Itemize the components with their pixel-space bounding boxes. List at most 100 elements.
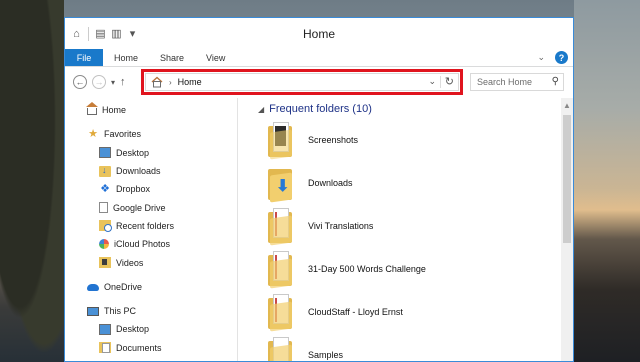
forward-button[interactable]: → xyxy=(92,75,106,89)
file-explorer-window: ⌂ ▤ ▥ ▾ Home File Home Share View ⌄ ? ← … xyxy=(64,17,574,362)
new-folder-icon[interactable]: ▥ xyxy=(110,27,123,40)
history-buttons: ← → ▾ ↑ xyxy=(73,75,126,89)
scrollbar-thumb[interactable] xyxy=(563,115,571,243)
folder-icon xyxy=(268,251,294,289)
sidebar-item-label: Downloads xyxy=(116,166,161,177)
sidebar-item-videos[interactable]: Videos xyxy=(65,253,237,271)
folder-item-downloads[interactable]: ⬇ Downloads xyxy=(268,163,353,203)
ribbon-tabs: File Home Share View ⌄ ? xyxy=(65,49,573,67)
group-title: Frequent folders (10) xyxy=(269,103,372,115)
folder-item-vivi-translations[interactable]: Vivi Translations xyxy=(268,206,373,246)
videos-folder-icon xyxy=(99,257,111,269)
icloud-photos-icon xyxy=(99,239,109,250)
recent-locations-icon[interactable]: ▾ xyxy=(111,78,115,87)
desktop-wallpaper-right xyxy=(574,0,640,362)
help-icon[interactable]: ? xyxy=(555,51,568,64)
search-icon[interactable]: ⚲ xyxy=(552,76,559,87)
properties-icon[interactable]: ▤ xyxy=(94,27,107,40)
expand-ribbon-icon[interactable]: ⌄ xyxy=(537,52,545,63)
folder-icon xyxy=(268,294,294,332)
scroll-up-icon[interactable]: ▲ xyxy=(561,98,573,112)
sidebar-item-dropbox[interactable]: ❖ Dropbox xyxy=(65,180,237,198)
explorer-body: Home ★ Favorites Desktop Downloads ❖ Dro… xyxy=(65,98,573,361)
recent-folders-icon xyxy=(99,220,112,233)
sidebar-item-desktop[interactable]: Desktop xyxy=(65,144,237,162)
sidebar-item-label: Desktop xyxy=(116,324,150,335)
computer-icon xyxy=(87,306,99,316)
title-bar: ⌂ ▤ ▥ ▾ Home xyxy=(65,18,573,49)
sidebar-item-label: Google Drive xyxy=(113,202,166,213)
navigation-bar: ← → ▾ ↑ › Home ⌄ ↻ Search Home ⚲ xyxy=(65,67,573,97)
sidebar-item-this-pc[interactable]: This PC xyxy=(65,302,237,320)
sidebar-item-recent-folders[interactable]: Recent folders xyxy=(65,217,237,235)
sidebar-item-label: Documents xyxy=(116,342,162,353)
downloads-folder-icon xyxy=(99,165,111,177)
sidebar-item-icloud-photos[interactable]: iCloud Photos xyxy=(65,235,237,253)
sidebar-item-label: iCloud Photos xyxy=(114,239,171,250)
window-title: Home xyxy=(302,27,335,41)
folder-label: Screenshots xyxy=(308,135,359,145)
search-input[interactable]: Search Home xyxy=(477,77,532,87)
sidebar-item-home[interactable]: Home xyxy=(65,101,237,119)
sidebar-item-onedrive[interactable]: OneDrive xyxy=(65,278,237,296)
navigation-pane: Home ★ Favorites Desktop Downloads ❖ Dro… xyxy=(65,98,238,361)
screenshots-folder-icon xyxy=(268,122,294,160)
sidebar-item-label: Favorites xyxy=(104,129,142,140)
sidebar-item-label: Home xyxy=(102,105,127,116)
breadcrumb-separator-icon[interactable]: › xyxy=(169,78,172,87)
sidebar-item-favorites[interactable]: ★ Favorites xyxy=(65,125,237,143)
tab-view[interactable]: View xyxy=(195,49,236,66)
frequent-folders-header[interactable]: ◢ Frequent folders (10) xyxy=(258,103,372,115)
sidebar-item-label: Recent folders xyxy=(116,220,175,231)
quick-access-toolbar: ⌂ ▤ ▥ ▾ xyxy=(70,26,139,41)
refresh-icon[interactable]: ↻ xyxy=(445,75,454,88)
desktop-icon xyxy=(99,147,111,159)
ribbon-controls: ⌄ ? xyxy=(537,51,568,64)
sidebar-item-pc-desktop[interactable]: Desktop xyxy=(65,320,237,338)
sidebar-item-label: OneDrive xyxy=(104,281,143,292)
customize-toolbar-icon[interactable]: ▾ xyxy=(126,27,139,40)
content-pane: ◢ Frequent folders (10) Screenshots ⬇ Do… xyxy=(238,98,573,361)
sidebar-item-label: Videos xyxy=(116,257,144,268)
sidebar-item-downloads[interactable]: Downloads xyxy=(65,162,237,180)
tab-file[interactable]: File xyxy=(65,49,103,66)
folder-item-screenshots[interactable]: Screenshots xyxy=(268,120,358,160)
desktop-wallpaper-left xyxy=(0,0,64,362)
search-box[interactable]: Search Home ⚲ xyxy=(470,73,564,91)
google-drive-icon xyxy=(99,202,108,214)
address-bar[interactable]: › Home ⌄ ↻ xyxy=(145,73,459,91)
documents-folder-icon xyxy=(99,342,111,354)
up-button[interactable]: ↑ xyxy=(120,76,126,88)
home-icon xyxy=(86,102,98,116)
address-dropdown-icon[interactable]: ⌄ xyxy=(428,76,436,87)
sidebar-item-google-drive[interactable]: Google Drive xyxy=(65,198,237,216)
folder-label: CloudStaff - Lloyd Ernst xyxy=(308,307,403,317)
folder-label: Samples xyxy=(308,350,344,360)
folder-icon xyxy=(268,337,294,361)
folder-label: 31-Day 500 Words Challenge xyxy=(308,264,426,274)
folder-item-samples[interactable]: Samples xyxy=(268,335,344,361)
explorer-home-icon[interactable]: ⌂ xyxy=(70,27,83,40)
folder-item-31-day-challenge[interactable]: 31-Day 500 Words Challenge xyxy=(268,249,426,289)
toolbar-separator xyxy=(88,26,89,41)
star-icon: ★ xyxy=(88,127,98,140)
folder-item-cloudstaff[interactable]: CloudStaff - Lloyd Ernst xyxy=(268,292,403,332)
tab-home[interactable]: Home xyxy=(103,49,149,66)
vertical-scrollbar[interactable]: ▲ xyxy=(561,98,573,361)
home-icon xyxy=(151,76,163,88)
sidebar-item-documents[interactable]: Documents xyxy=(65,339,237,357)
sidebar-item-label: This PC xyxy=(104,306,137,317)
sidebar-item-label: Dropbox xyxy=(116,184,151,195)
tab-share[interactable]: Share xyxy=(149,49,195,66)
downloads-folder-icon: ⬇ xyxy=(268,165,294,203)
sidebar-item-label: Desktop xyxy=(116,147,150,158)
dropbox-icon: ❖ xyxy=(100,182,110,195)
folder-label: Vivi Translations xyxy=(308,221,374,231)
desktop-icon xyxy=(99,323,111,335)
address-text[interactable]: Home xyxy=(178,77,202,87)
address-separator xyxy=(440,76,441,88)
folder-icon xyxy=(268,208,294,246)
collapse-group-icon[interactable]: ◢ xyxy=(258,105,264,114)
folder-label: Downloads xyxy=(308,178,353,188)
back-button[interactable]: ← xyxy=(73,75,87,89)
